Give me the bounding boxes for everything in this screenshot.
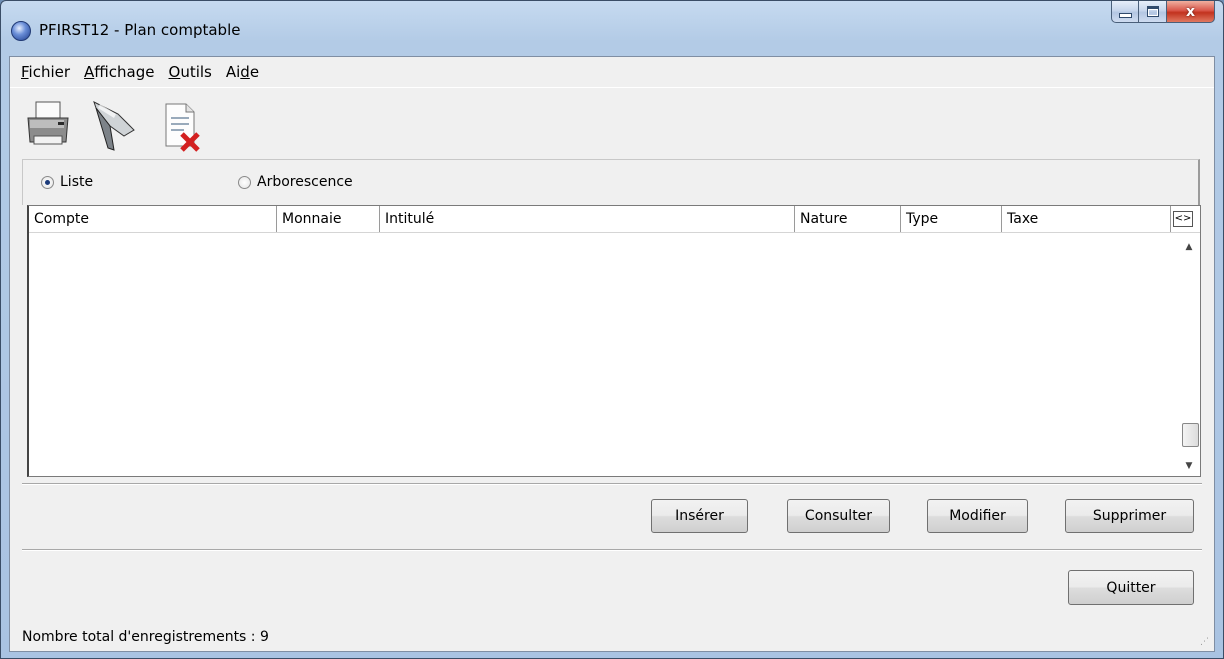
radio-liste[interactable]: Liste xyxy=(41,174,93,190)
menu-outils[interactable]: Outils xyxy=(162,63,219,81)
minimize-button[interactable] xyxy=(1111,1,1139,23)
edit-button[interactable]: Modifier xyxy=(927,499,1028,533)
printer-icon[interactable] xyxy=(24,96,72,152)
radio-arborescence[interactable]: Arborescence xyxy=(238,174,353,190)
resize-grip-icon[interactable]: ⋰ xyxy=(1200,637,1210,647)
view-button[interactable]: Consulter xyxy=(787,499,890,533)
insert-button[interactable]: Insérer xyxy=(651,499,748,533)
scroll-thumb[interactable] xyxy=(1182,423,1199,447)
menu-fichier[interactable]: Fichier xyxy=(14,63,77,81)
quit-button[interactable]: Quitter xyxy=(1068,570,1194,605)
menu-fichier-label: ichier xyxy=(28,63,71,81)
menu-aide-pre: Ai xyxy=(225,63,241,81)
menu-fichier-mnemonic: F xyxy=(21,63,29,81)
menu-bar: Fichier Affichage Outils Aide xyxy=(10,57,1214,87)
app-icon[interactable] xyxy=(11,21,31,41)
radio-liste-label: Liste xyxy=(60,174,94,190)
delete-document-icon[interactable] xyxy=(158,96,206,152)
close-button[interactable]: x xyxy=(1167,1,1215,23)
column-header-type[interactable]: Type xyxy=(901,206,1002,232)
filter-funnel-icon[interactable] xyxy=(88,96,136,152)
client-area: Fichier Affichage Outils Aide Liste Arbo… xyxy=(9,56,1215,652)
menu-outils-mnemonic: O xyxy=(168,63,181,81)
application-window: PFIRST12 - Plan comptable x Fichier Affi… xyxy=(0,0,1224,659)
divider xyxy=(22,483,1202,485)
scroll-up-icon[interactable]: ▲ xyxy=(1178,237,1200,257)
accounts-table: Compte Monnaie Intitulé Nature Type Taxe… xyxy=(27,205,1201,477)
toolbar xyxy=(10,87,1214,160)
maximize-icon xyxy=(1146,6,1159,17)
column-header-compte[interactable]: Compte xyxy=(29,206,277,232)
minimize-icon xyxy=(1118,12,1132,18)
status-bar-text: Nombre total d'enregistrements : 9 xyxy=(22,629,269,645)
column-navigator-button[interactable]: <> xyxy=(1171,206,1195,232)
view-mode-panel: Liste Arborescence xyxy=(22,159,1200,205)
maximize-button[interactable] xyxy=(1139,1,1167,23)
menu-aide-label: e xyxy=(249,63,260,81)
menu-affichage-label: ffichage xyxy=(94,63,155,81)
window-controls: x xyxy=(1111,1,1215,23)
title-bar[interactable]: PFIRST12 - Plan comptable x xyxy=(1,1,1223,49)
menu-aide[interactable]: Aide xyxy=(219,63,266,81)
column-header-intitule[interactable]: Intitulé xyxy=(380,206,795,232)
window-title: PFIRST12 - Plan comptable xyxy=(39,21,241,39)
column-header-taxe[interactable]: Taxe xyxy=(1002,206,1171,232)
table-header: Compte Monnaie Intitulé Nature Type Taxe… xyxy=(29,206,1200,233)
column-navigator-icon: <> xyxy=(1172,211,1194,227)
menu-affichage[interactable]: Affichage xyxy=(77,63,161,81)
vertical-scrollbar[interactable]: ▲ ▼ xyxy=(1178,233,1200,476)
scroll-down-icon[interactable]: ▼ xyxy=(1178,456,1200,476)
column-header-nature[interactable]: Nature xyxy=(795,206,901,232)
radio-liste-button[interactable] xyxy=(41,175,54,189)
column-header-monnaie[interactable]: Monnaie xyxy=(277,206,380,232)
menu-aide-mnemonic: d xyxy=(240,63,250,81)
divider xyxy=(22,549,1202,551)
radio-arborescence-button[interactable] xyxy=(238,175,251,189)
delete-button[interactable]: Supprimer xyxy=(1065,499,1194,533)
menu-outils-label: utils xyxy=(180,63,212,81)
close-icon: x xyxy=(1185,3,1196,20)
radio-arborescence-label: Arborescence xyxy=(257,174,353,190)
menu-affichage-mnemonic: A xyxy=(84,63,95,81)
